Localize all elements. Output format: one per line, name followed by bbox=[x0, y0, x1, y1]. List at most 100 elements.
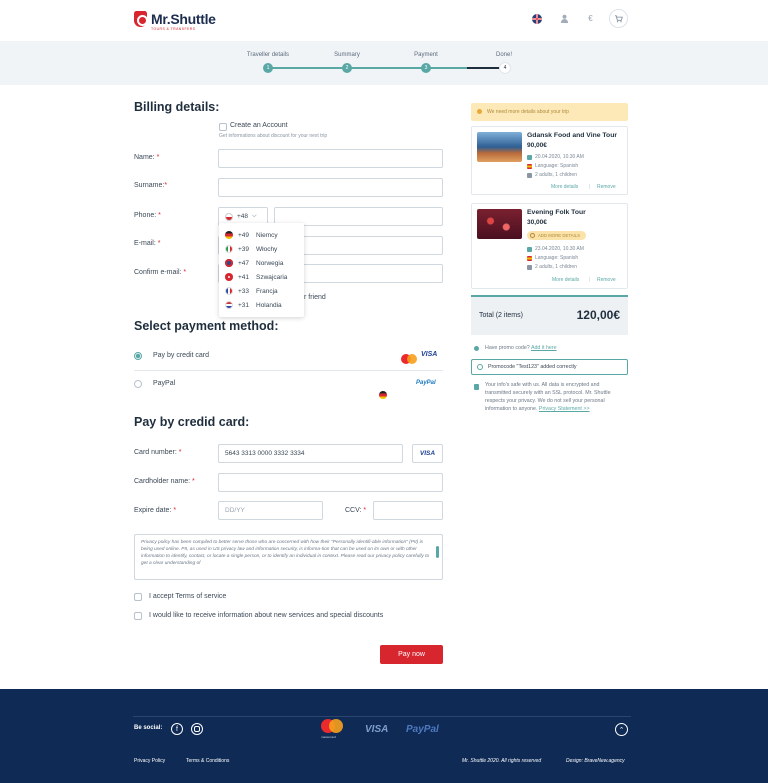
language-flag-icon[interactable] bbox=[529, 11, 544, 26]
more-details-link[interactable]: More details bbox=[552, 277, 579, 283]
paypal-option-label: PayPal bbox=[153, 380, 176, 387]
footer-divider bbox=[133, 716, 631, 717]
remove-link[interactable]: Remove bbox=[597, 277, 616, 283]
privacy-policy-link[interactable]: Privacy Policy bbox=[134, 758, 165, 764]
user-icon[interactable] bbox=[557, 11, 572, 26]
terms-link[interactable]: Terms & Conditions bbox=[186, 758, 229, 764]
add-details-badge[interactable]: ADD MORE DETAILS bbox=[527, 231, 586, 240]
visa-logo: VISA bbox=[421, 351, 438, 358]
newsletter-label: I would like to receive information abou… bbox=[149, 612, 384, 619]
add-promo-link[interactable]: Add it here bbox=[531, 345, 557, 351]
spain-flag-icon bbox=[527, 163, 532, 169]
step-label-traveller: Traveller details bbox=[246, 52, 290, 58]
terms-label: I accept Terms of service bbox=[149, 593, 227, 600]
step-dot-3[interactable]: 3 bbox=[421, 63, 431, 73]
people-icon bbox=[527, 264, 532, 270]
mastercard-icon bbox=[400, 351, 418, 364]
paypal-radio[interactable] bbox=[134, 380, 142, 388]
create-account-checkbox[interactable] bbox=[219, 123, 227, 131]
tour-people: 2 adults, 1 children bbox=[527, 172, 577, 178]
tour-people: 2 adults, 1 children bbox=[527, 264, 577, 270]
country-option[interactable]: +47 Norwegia bbox=[219, 256, 304, 270]
scroll-top-icon[interactable]: ⌃ bbox=[615, 723, 628, 736]
country-option[interactable]: +49 Niemcy bbox=[219, 228, 304, 242]
cardholder-label: Cardholder name: * bbox=[134, 478, 195, 485]
phone-label: Phone: * bbox=[134, 212, 161, 219]
phone-prefix-value: +48 bbox=[237, 213, 249, 220]
remove-link[interactable]: Remove bbox=[597, 184, 616, 190]
create-account-label: Create an Account bbox=[230, 122, 288, 129]
credit-card-radio[interactable] bbox=[134, 352, 142, 360]
step-dot-4: 4 bbox=[500, 63, 510, 73]
tour-price: 30,00€ bbox=[527, 219, 547, 226]
card-type-visa-badge: VISA bbox=[412, 444, 443, 463]
order-total: Total (2 items) 120,00€ bbox=[471, 295, 628, 335]
country-option[interactable]: +39 Włochy bbox=[219, 242, 304, 256]
country-option[interactable]: +33 Francja bbox=[219, 284, 304, 298]
tour-card: Gdansk Food and Vine Tour 90,00€ 20.04.2… bbox=[471, 126, 628, 195]
ccv-label: CCV: * bbox=[345, 507, 367, 514]
checkout-progress bbox=[0, 41, 768, 85]
mastercard-label: mastercard bbox=[321, 735, 337, 739]
tour-date: 20.04.2020, 10.30 AM bbox=[527, 154, 584, 160]
ccv-input[interactable] bbox=[373, 501, 443, 520]
tour-price: 90,00€ bbox=[527, 142, 547, 149]
promo-applied-field[interactable]: Promocode "Test123" added correctly bbox=[471, 359, 628, 375]
scrollbar[interactable] bbox=[436, 546, 439, 558]
privacy-policy-box[interactable]: Privacy policy has been compiled to bett… bbox=[134, 534, 443, 580]
phone-country-dropdown: +49 Niemcy +39 Włochy +47 Norwegia +41 Szwaj… bbox=[219, 223, 304, 317]
pay-now-button[interactable]: Pay now bbox=[380, 645, 443, 664]
privacy-policy-text: Privacy policy has been compiled to bett… bbox=[141, 540, 430, 566]
more-details-link[interactable]: More details bbox=[551, 184, 578, 190]
step-label-summary: Summary bbox=[334, 52, 360, 58]
step-dot-1[interactable]: 1 bbox=[263, 63, 273, 73]
promo-question: Have promo code? Add it here bbox=[485, 345, 557, 351]
card-number-input[interactable]: 5643 3313 0000 3332 3334 bbox=[218, 444, 403, 463]
brand-logo[interactable]: Mr.Shuttle TOURS & TRANSFERS bbox=[134, 11, 216, 31]
italy-flag-icon bbox=[225, 245, 233, 253]
link-divider: | bbox=[589, 277, 591, 283]
total-value: 120,00€ bbox=[576, 308, 620, 322]
lock-icon bbox=[474, 384, 479, 390]
chevron-down-icon: ⌵ bbox=[252, 213, 257, 219]
cart-icon[interactable] bbox=[609, 9, 628, 28]
facebook-icon[interactable]: f bbox=[171, 723, 183, 735]
germany-flag-icon bbox=[379, 386, 387, 399]
logo-icon bbox=[134, 11, 148, 27]
surname-label: Surname:* bbox=[134, 182, 168, 189]
info-icon bbox=[474, 346, 479, 351]
step-label-payment: Payment bbox=[414, 52, 438, 58]
people-icon bbox=[527, 172, 532, 178]
total-label: Total (2 items) bbox=[479, 312, 523, 319]
footer bbox=[0, 689, 768, 783]
card-title: Pay by credid card: bbox=[134, 415, 250, 429]
france-flag-icon bbox=[225, 287, 233, 295]
norway-flag-icon bbox=[225, 259, 233, 267]
mastercard-icon bbox=[320, 719, 344, 735]
name-label: Name: * bbox=[134, 154, 160, 161]
visa-logo: VISA bbox=[365, 724, 389, 735]
country-option[interactable]: +31 Holandia bbox=[219, 298, 304, 312]
terms-checkbox[interactable] bbox=[134, 593, 142, 601]
info-icon bbox=[530, 233, 535, 238]
expire-input[interactable]: DD/YY bbox=[218, 501, 323, 520]
privacy-statement-link[interactable]: Privacy Statement >> bbox=[539, 406, 590, 412]
surname-input[interactable] bbox=[218, 178, 443, 197]
tour-language: Language: Spanish bbox=[527, 255, 578, 261]
credit-card-option-label: Pay by credit card bbox=[153, 352, 210, 359]
poland-flag-icon bbox=[225, 212, 233, 221]
newsletter-checkbox[interactable] bbox=[134, 612, 142, 620]
design-credit: Design: BraveNew.agency bbox=[566, 758, 625, 764]
currency-selector[interactable]: € bbox=[583, 11, 598, 26]
instagram-icon[interactable] bbox=[191, 723, 203, 735]
paypal-logo: PayPal bbox=[406, 724, 439, 735]
step-dot-2[interactable]: 2 bbox=[342, 63, 352, 73]
country-option[interactable]: +41 Szwajcaria bbox=[219, 270, 304, 284]
security-note: Your info's safe with us. All data is en… bbox=[485, 382, 611, 412]
confirm-email-label: Confirm e-mail: * bbox=[134, 269, 187, 276]
name-input[interactable] bbox=[218, 149, 443, 168]
spain-flag-icon bbox=[527, 255, 532, 261]
friend-text: r friend bbox=[304, 294, 326, 301]
germany-flag-icon bbox=[225, 231, 233, 239]
cardholder-input[interactable] bbox=[218, 473, 443, 492]
